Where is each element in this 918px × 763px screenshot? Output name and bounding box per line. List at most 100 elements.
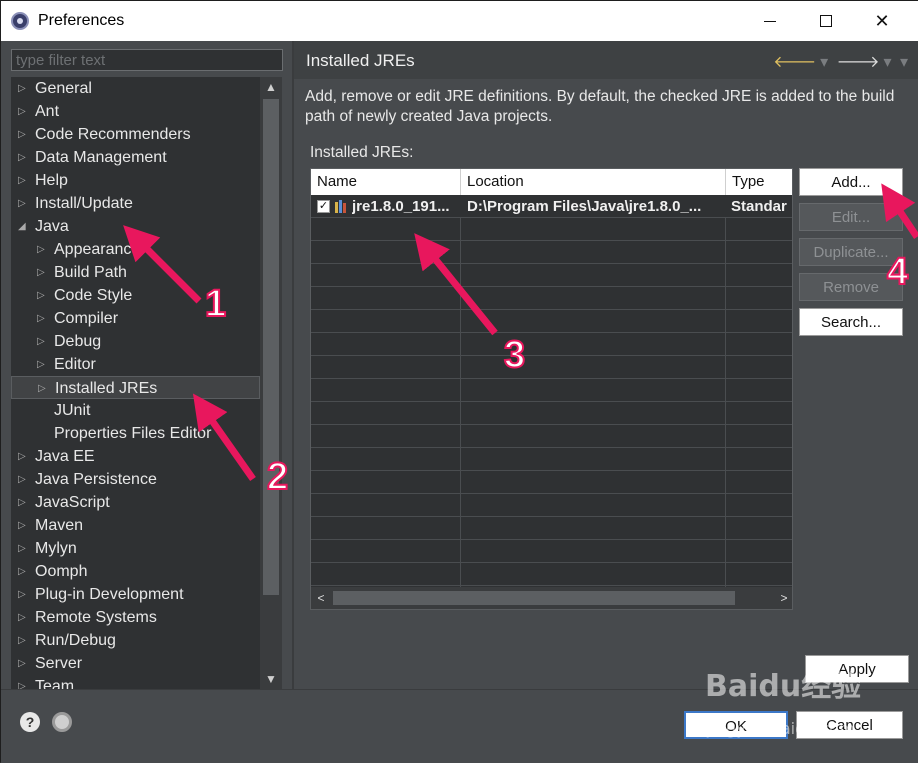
scroll-up-icon[interactable]: ▲ <box>260 77 282 97</box>
collapsed-twisty-icon[interactable]: ▷ <box>18 675 28 689</box>
tree-vertical-scrollbar[interactable]: ▲ ▼ <box>260 77 282 689</box>
tree-item-label: Properties Files Editor <box>54 425 212 442</box>
scroll-thumb[interactable] <box>263 99 279 595</box>
tree-item-label: Help <box>35 172 68 189</box>
tree-item-remote-systems[interactable]: ▷ Remote Systems <box>11 606 260 629</box>
tree-item-label: Ant <box>35 103 60 120</box>
minimize-button[interactable] <box>742 1 798 41</box>
import-export-icon[interactable] <box>52 712 72 732</box>
tree-item-java-persistence[interactable]: ▷ Java Persistence <box>11 468 260 491</box>
collapsed-twisty-icon[interactable]: ▷ <box>18 537 28 560</box>
empty-table-row <box>311 425 792 448</box>
annotation-number-4: 4 <box>886 250 909 294</box>
table-horizontal-scrollbar[interactable]: < > <box>311 587 792 609</box>
tree-item-maven[interactable]: ▷ Maven <box>11 514 260 537</box>
collapsed-twisty-icon[interactable]: ▷ <box>18 100 28 123</box>
collapsed-twisty-icon[interactable]: ▷ <box>37 284 47 307</box>
edit-button[interactable]: Edit... <box>799 203 903 231</box>
scroll-left-icon[interactable]: < <box>311 587 331 609</box>
collapsed-twisty-icon[interactable]: ▷ <box>18 468 28 491</box>
tree-item-java[interactable]: ◢ Java <box>11 215 260 238</box>
empty-table-row <box>311 402 792 425</box>
collapsed-twisty-icon[interactable]: ▷ <box>18 514 28 537</box>
scroll-down-icon[interactable]: ▼ <box>260 669 282 689</box>
tree-item-team[interactable]: ▷ Team <box>11 675 260 689</box>
add-button[interactable]: Add... <box>799 168 903 196</box>
close-button[interactable]: ✕ <box>854 1 910 41</box>
collapsed-twisty-icon[interactable]: ▷ <box>18 583 28 606</box>
empty-table-row <box>311 517 792 540</box>
forward-arrow-icon[interactable]: 🡒 <box>837 54 880 71</box>
tree-item-label: Java Persistence <box>35 471 157 488</box>
tree-item-label: JUnit <box>54 402 91 419</box>
tree-item-java-ee[interactable]: ▷ Java EE <box>11 445 260 468</box>
jre-checkbox[interactable]: ✓ <box>317 200 330 213</box>
collapsed-twisty-icon[interactable]: ▷ <box>18 146 28 169</box>
maximize-button[interactable] <box>798 1 854 41</box>
preferences-tree: ▷ General ▷ Ant ▷ Code Recommenders ▷ Data Mana… <box>11 77 260 689</box>
tree-item-code-recommenders[interactable]: ▷ Code Recommenders <box>11 123 260 146</box>
tree-item-debug[interactable]: ▷ Debug <box>11 330 260 353</box>
back-arrow-icon[interactable]: 🡐 <box>773 54 816 71</box>
collapsed-twisty-icon[interactable]: ▷ <box>37 261 47 284</box>
page-title: Installed JREs <box>306 51 415 70</box>
tree-item-plug-in-development[interactable]: ▷ Plug-in Development <box>11 583 260 606</box>
tree-item-ant[interactable]: ▷ Ant <box>11 100 260 123</box>
collapsed-twisty-icon[interactable]: ▷ <box>18 169 28 192</box>
tree-item-run-debug[interactable]: ▷ Run/Debug <box>11 629 260 652</box>
collapsed-twisty-icon[interactable]: ▷ <box>18 445 28 468</box>
tree-item-data-management[interactable]: ▷ Data Management <box>11 146 260 169</box>
jre-library-icon <box>335 200 346 213</box>
tree-item-label: Mylyn <box>35 540 77 557</box>
collapsed-twisty-icon[interactable]: ▷ <box>18 123 28 146</box>
tree-item-appearance[interactable]: ▷ Appearance <box>11 238 260 261</box>
collapsed-twisty-icon[interactable]: ▷ <box>18 606 28 629</box>
tree-item-editor[interactable]: ▷ Editor <box>11 353 260 376</box>
collapsed-twisty-icon[interactable]: ▷ <box>18 560 28 583</box>
tree-item-properties-files-editor[interactable]: Properties Files Editor <box>11 422 260 445</box>
scroll-right-icon[interactable]: > <box>774 587 792 609</box>
tree-item-installed-jres[interactable]: ▷ Installed JREs <box>11 376 260 399</box>
tree-item-javascript[interactable]: ▷ JavaScript <box>11 491 260 514</box>
collapsed-twisty-icon[interactable]: ▷ <box>18 629 28 652</box>
expanded-twisty-icon[interactable]: ◢ <box>18 215 28 238</box>
column-header-type[interactable]: Type <box>726 169 792 195</box>
search-button[interactable]: Search... <box>799 308 903 336</box>
table-row[interactable]: ✓ jre1.8.0_191... D:\Program Files\Java\… <box>311 195 792 218</box>
collapsed-twisty-icon[interactable]: ▷ <box>18 652 28 675</box>
tree-item-junit[interactable]: JUnit <box>11 399 260 422</box>
collapsed-twisty-icon[interactable]: ▷ <box>18 77 28 100</box>
tree-item-server[interactable]: ▷ Server <box>11 652 260 675</box>
forward-menu-icon[interactable]: ▾ <box>883 54 891 71</box>
collapsed-twisty-icon[interactable]: ▷ <box>37 238 47 261</box>
tree-item-build-path[interactable]: ▷ Build Path <box>11 261 260 284</box>
tree-item-install-update[interactable]: ▷ Install/Update <box>11 192 260 215</box>
filter-input[interactable] <box>11 49 283 71</box>
jre-table: Name Location Type ✓ jre1.8.0_191... D:\… <box>310 168 793 610</box>
tree-item-label: Code Recommenders <box>35 126 191 143</box>
scroll-thumb[interactable] <box>333 591 735 605</box>
title-bar: Preferences ✕ <box>1 1 918 41</box>
collapsed-twisty-icon[interactable]: ▷ <box>38 377 48 400</box>
empty-table-row <box>311 471 792 494</box>
preference-page: Installed JREs 🡐 ▾ 🡒 ▾ ▾ Add, remove or ed… <box>294 41 918 689</box>
tree-item-help[interactable]: ▷ Help <box>11 169 260 192</box>
column-header-name[interactable]: Name <box>311 169 461 195</box>
column-header-location[interactable]: Location <box>461 169 726 195</box>
collapsed-twisty-icon[interactable]: ▷ <box>37 330 47 353</box>
page-navigation: 🡐 ▾ 🡒 ▾ ▾ <box>769 51 908 72</box>
view-menu-icon[interactable]: ▾ <box>900 54 908 71</box>
help-icon[interactable]: ? <box>20 712 40 732</box>
back-menu-icon[interactable]: ▾ <box>820 54 828 71</box>
preferences-dialog: Preferences ✕ ▷ General ▷ Ant ▷ Code Recommen… <box>0 0 918 763</box>
tree-item-general[interactable]: ▷ General <box>11 77 260 100</box>
collapsed-twisty-icon[interactable]: ▷ <box>37 353 47 376</box>
tree-item-label: General <box>35 80 92 97</box>
tree-item-oomph[interactable]: ▷ Oomph <box>11 560 260 583</box>
tree-item-mylyn[interactable]: ▷ Mylyn <box>11 537 260 560</box>
collapsed-twisty-icon[interactable]: ▷ <box>18 491 28 514</box>
collapsed-twisty-icon[interactable]: ▷ <box>37 307 47 330</box>
collapsed-twisty-icon[interactable]: ▷ <box>18 192 28 215</box>
tree-item-label: Java <box>35 218 69 235</box>
empty-table-row <box>311 218 792 241</box>
